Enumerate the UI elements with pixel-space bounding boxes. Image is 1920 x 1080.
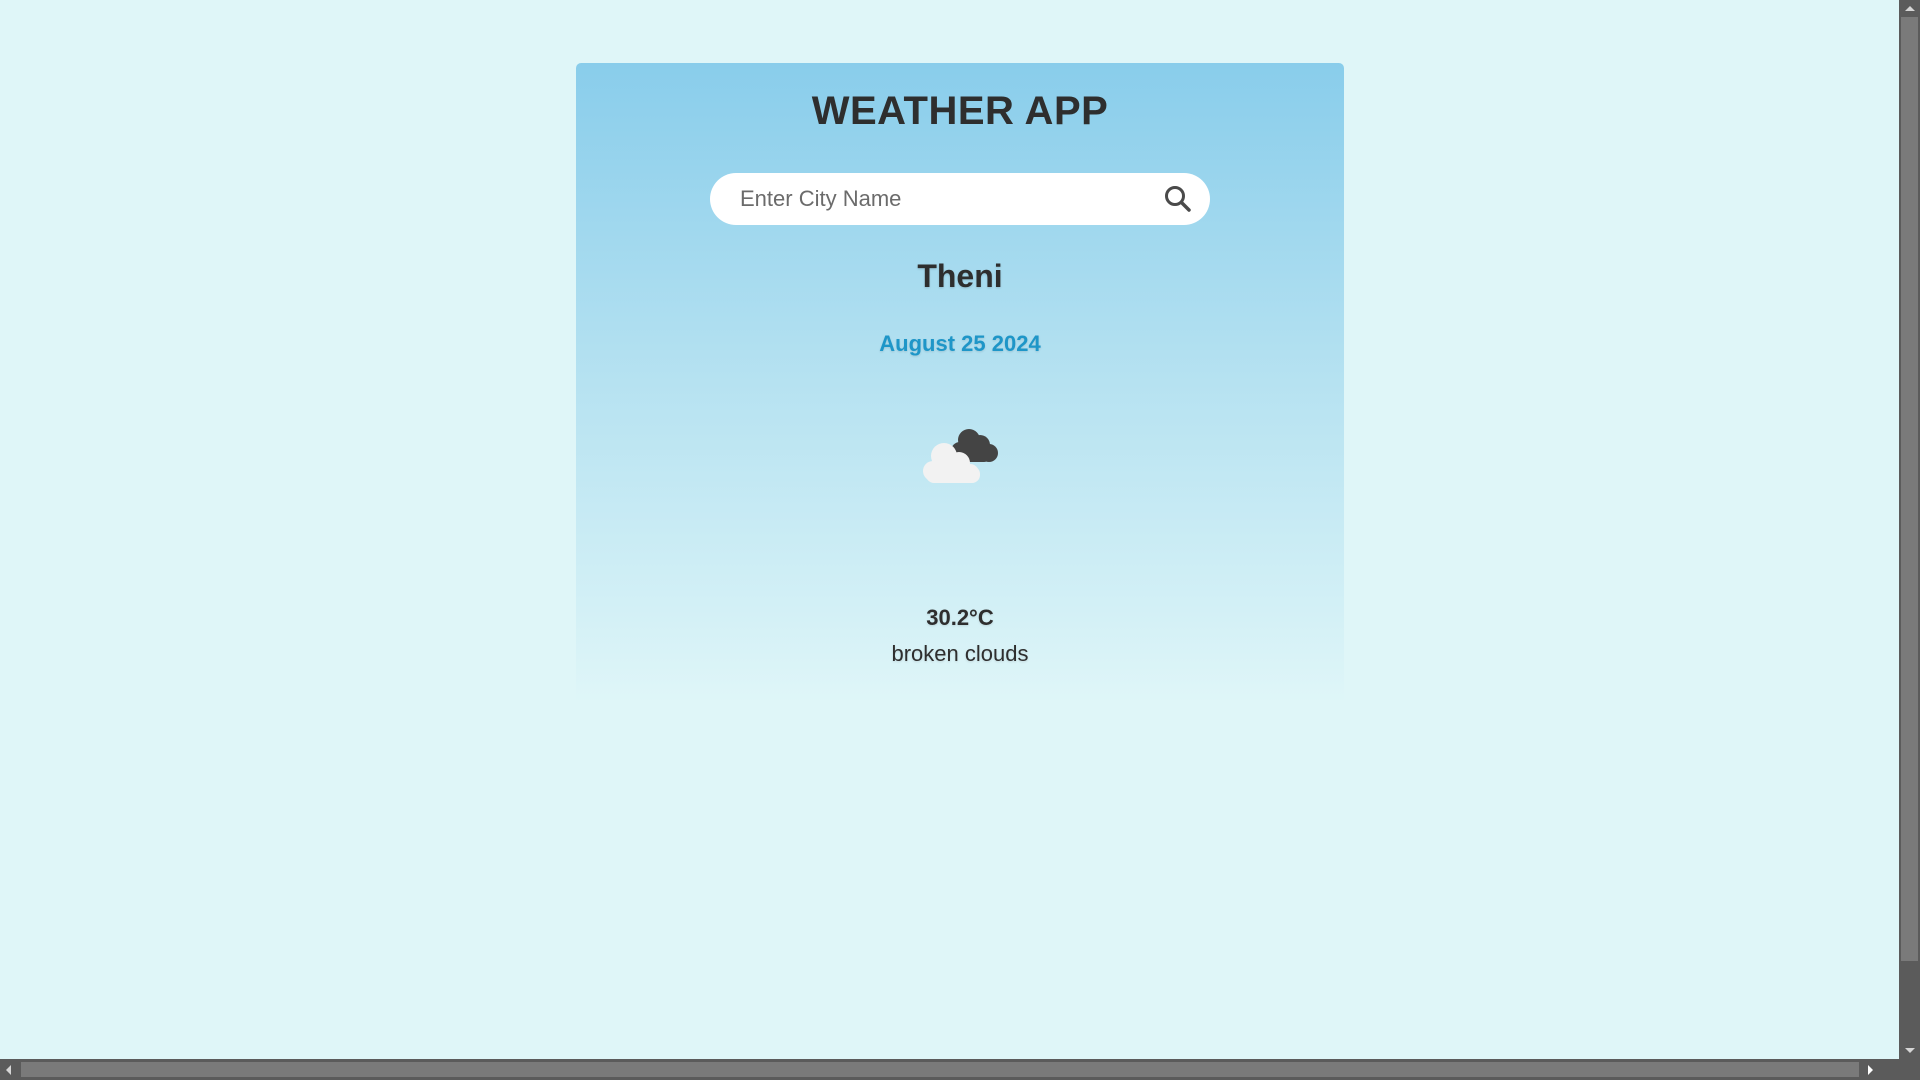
scroll-up-arrow-icon[interactable] xyxy=(1905,6,1915,11)
weather-description: broken clouds xyxy=(891,641,1029,666)
page-viewport: WEATHER APP Theni August 25 2024 xyxy=(0,0,1899,1059)
weather-date: August 25 2024 xyxy=(879,331,1041,356)
scroll-right-arrow-icon[interactable] xyxy=(1868,1065,1873,1075)
weather-icon-container xyxy=(910,411,1010,511)
search-icon xyxy=(1165,186,1191,212)
horizontal-scrollbar[interactable] xyxy=(0,1059,1899,1080)
search-button[interactable] xyxy=(1162,183,1194,215)
broken-clouds-icon xyxy=(923,429,998,483)
scrollbar-corner xyxy=(1899,1059,1920,1080)
search-bar xyxy=(710,173,1210,225)
horizontal-scroll-thumb[interactable] xyxy=(21,1062,1859,1077)
scroll-left-arrow-icon[interactable] xyxy=(6,1065,11,1075)
city-search-input[interactable] xyxy=(740,173,1140,225)
app-title: WEATHER APP xyxy=(811,89,1109,133)
vertical-scroll-thumb[interactable] xyxy=(1901,17,1918,961)
vertical-scrollbar[interactable] xyxy=(1899,0,1920,1059)
scroll-down-arrow-icon[interactable] xyxy=(1905,1048,1915,1053)
temperature: 30.2°C xyxy=(926,605,994,630)
city-name: Theni xyxy=(917,258,1003,294)
weather-card: WEATHER APP Theni August 25 2024 xyxy=(576,63,1344,703)
